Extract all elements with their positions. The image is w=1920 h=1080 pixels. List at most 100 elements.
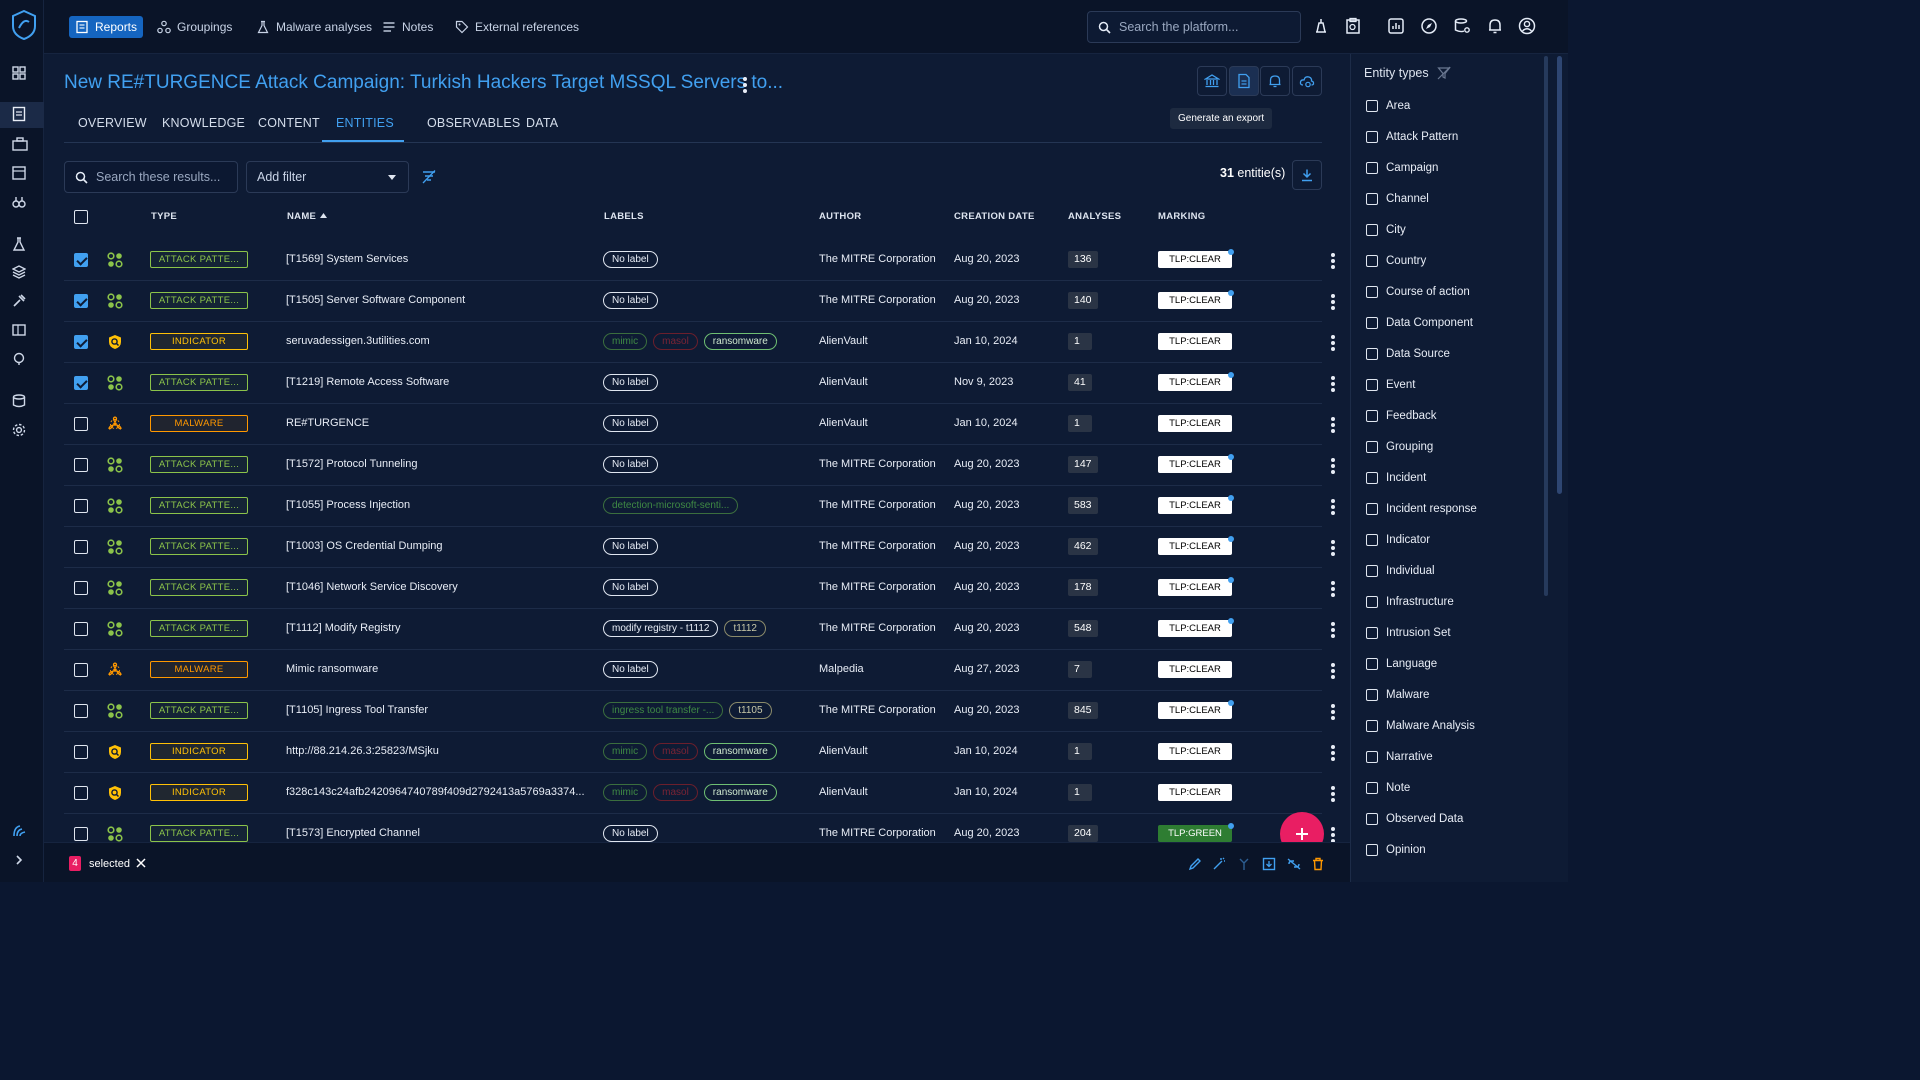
row-more-icon[interactable] <box>1331 827 1335 843</box>
label-chip[interactable]: t1105 <box>729 702 772 719</box>
entity-name[interactable]: [T1055] Process Injection <box>286 499 596 511</box>
row-checkbox[interactable] <box>74 335 88 349</box>
table-row[interactable]: ATTACK PATTE... [T1505] Server Software C… <box>64 281 1335 322</box>
entity-name[interactable]: [T1572] Protocol Tunneling <box>286 458 596 470</box>
nav-groupings[interactable]: Groupings <box>151 16 238 38</box>
row-more-icon[interactable] <box>1331 417 1335 433</box>
nav-malware-analyses[interactable]: Malware analyses <box>250 16 378 38</box>
entity-name[interactable]: f328c143c24afb2420964740789f409d2792413a… <box>286 786 596 798</box>
import-file-icon[interactable] <box>1344 17 1364 37</box>
entity-type-checkbox[interactable] <box>1366 565 1378 577</box>
data-settings-icon[interactable] <box>1453 17 1473 37</box>
entity-type-filter-item[interactable]: Country <box>1366 253 1426 269</box>
entity-type-checkbox[interactable] <box>1366 441 1378 453</box>
entity-name[interactable]: [T1046] Network Service Discovery <box>286 581 596 593</box>
entity-type-filter-item[interactable]: Individual <box>1366 563 1435 579</box>
threats-icon[interactable] <box>12 237 30 255</box>
tab-overview[interactable]: OVERVIEW <box>78 116 147 130</box>
entity-type-checkbox[interactable] <box>1366 720 1378 732</box>
entity-type-checkbox[interactable] <box>1366 100 1378 112</box>
label-chip[interactable]: No label <box>603 661 658 678</box>
table-row[interactable]: ATTACK PATTE... [T1219] Remote Access Sof… <box>64 363 1335 404</box>
row-more-icon[interactable] <box>1331 294 1335 310</box>
row-checkbox[interactable] <box>74 827 88 841</box>
analyses-nav-icon[interactable] <box>0 102 44 128</box>
entity-type-filter-item[interactable]: Observed Data <box>1366 811 1463 827</box>
entity-name[interactable]: RE#TURGENCE <box>286 417 596 429</box>
entity-type-filter-item[interactable]: Area <box>1366 98 1410 114</box>
results-search-input[interactable]: Search these results... <box>64 161 238 193</box>
nav-reports[interactable]: Reports <box>69 16 144 38</box>
subscribe-button[interactable] <box>1260 66 1290 96</box>
row-more-icon[interactable] <box>1331 499 1335 515</box>
label-chip[interactable]: No label <box>603 538 658 555</box>
entity-type-checkbox[interactable] <box>1366 813 1378 825</box>
events-icon[interactable] <box>12 166 30 184</box>
entity-type-filter-item[interactable]: Campaign <box>1366 160 1438 176</box>
techniques-icon[interactable] <box>12 294 30 312</box>
row-checkbox[interactable] <box>74 499 88 513</box>
entity-type-checkbox[interactable] <box>1366 751 1378 763</box>
explore-compass-icon[interactable] <box>1420 17 1440 37</box>
entity-type-checkbox[interactable] <box>1366 162 1378 174</box>
entity-name[interactable]: seruvadessigen.3utilities.com <box>286 335 596 347</box>
table-row[interactable]: ATTACK PATTE... [T1055] Process Injection… <box>64 486 1335 527</box>
entity-type-filter-item[interactable]: Note <box>1366 780 1410 796</box>
tab-data[interactable]: DATA <box>526 116 558 130</box>
enrich-magic-wand-icon[interactable] <box>1212 857 1226 871</box>
nav-notes[interactable]: Notes <box>376 16 439 38</box>
add-filter-select[interactable]: Add filter <box>246 161 409 193</box>
select-all-checkbox[interactable] <box>74 210 88 224</box>
entity-type-checkbox[interactable] <box>1366 472 1378 484</box>
add-to-container-icon[interactable] <box>1262 857 1276 871</box>
entity-name[interactable]: [T1569] System Services <box>286 253 596 265</box>
notifications-bell-icon[interactable] <box>1486 17 1506 37</box>
row-checkbox[interactable] <box>74 786 88 800</box>
row-checkbox[interactable] <box>74 253 88 267</box>
table-row[interactable]: INDICATOR seruvadessigen.3utilities.com mi… <box>64 322 1335 363</box>
entity-type-filter-item[interactable]: Channel <box>1366 191 1429 207</box>
entity-name[interactable]: [T1003] OS Credential Dumping <box>286 540 596 552</box>
label-chip[interactable]: ransomware <box>703 784 777 801</box>
entity-type-filter-item[interactable]: Incident <box>1366 470 1426 486</box>
label-chip[interactable]: modify registry - t1112 <box>603 620 719 637</box>
row-more-icon[interactable] <box>1331 786 1335 802</box>
entity-type-filter-item[interactable]: Intrusion Set <box>1366 625 1451 641</box>
page-scrollbar[interactable] <box>1557 56 1562 494</box>
table-row[interactable]: ATTACK PATTE... [T1572] Protocol Tunnelin… <box>64 445 1335 486</box>
entity-type-checkbox[interactable] <box>1366 286 1378 298</box>
label-chip[interactable]: No label <box>603 579 658 596</box>
entity-type-filter-item[interactable]: City <box>1366 222 1406 238</box>
header-analyses[interactable]: ANALYSES <box>1068 211 1121 222</box>
entity-type-filter-item[interactable]: Data Source <box>1366 346 1450 362</box>
entity-name[interactable]: [T1219] Remote Access Software <box>286 376 596 388</box>
entity-type-filter-item[interactable]: Indicator <box>1366 532 1430 548</box>
generate-export-button[interactable] <box>1229 66 1259 96</box>
tab-content[interactable]: CONTENT <box>258 116 320 130</box>
entity-type-checkbox[interactable] <box>1366 658 1378 670</box>
entity-type-filter-item[interactable]: Attack Pattern <box>1366 129 1458 145</box>
row-more-icon[interactable] <box>1331 745 1335 761</box>
dashboard-chart-icon[interactable] <box>1387 17 1407 37</box>
row-more-icon[interactable] <box>1331 581 1335 597</box>
table-row[interactable]: ATTACK PATTE... [T1003] OS Credential Dum… <box>64 527 1335 568</box>
label-chip[interactable]: No label <box>603 456 658 473</box>
row-more-icon[interactable] <box>1331 704 1335 720</box>
label-chip[interactable]: mimic <box>603 333 648 350</box>
label-chip[interactable]: ransomware <box>703 743 777 760</box>
delete-trash-icon[interactable] <box>1311 857 1325 871</box>
row-more-icon[interactable] <box>1331 663 1335 679</box>
table-row[interactable]: INDICATOR f328c143c24afb2420964740789f409… <box>64 773 1335 814</box>
clear-selection-close-icon[interactable] <box>135 857 147 869</box>
label-chip[interactable]: masol <box>653 743 698 760</box>
dashboard-icon[interactable] <box>12 66 30 84</box>
entity-type-filter-item[interactable]: Narrative <box>1366 749 1433 765</box>
user-account-icon[interactable] <box>1518 17 1538 37</box>
label-chip[interactable]: No label <box>603 374 658 391</box>
label-chip[interactable]: detection-microsoft-senti... <box>603 497 739 514</box>
entity-type-filter-item[interactable]: Opinion <box>1366 842 1426 858</box>
label-chip[interactable]: No label <box>603 415 658 432</box>
entity-type-filter-item[interactable]: Infrastructure <box>1366 594 1454 610</box>
entity-type-checkbox[interactable] <box>1366 689 1378 701</box>
data-icon[interactable] <box>12 394 30 412</box>
